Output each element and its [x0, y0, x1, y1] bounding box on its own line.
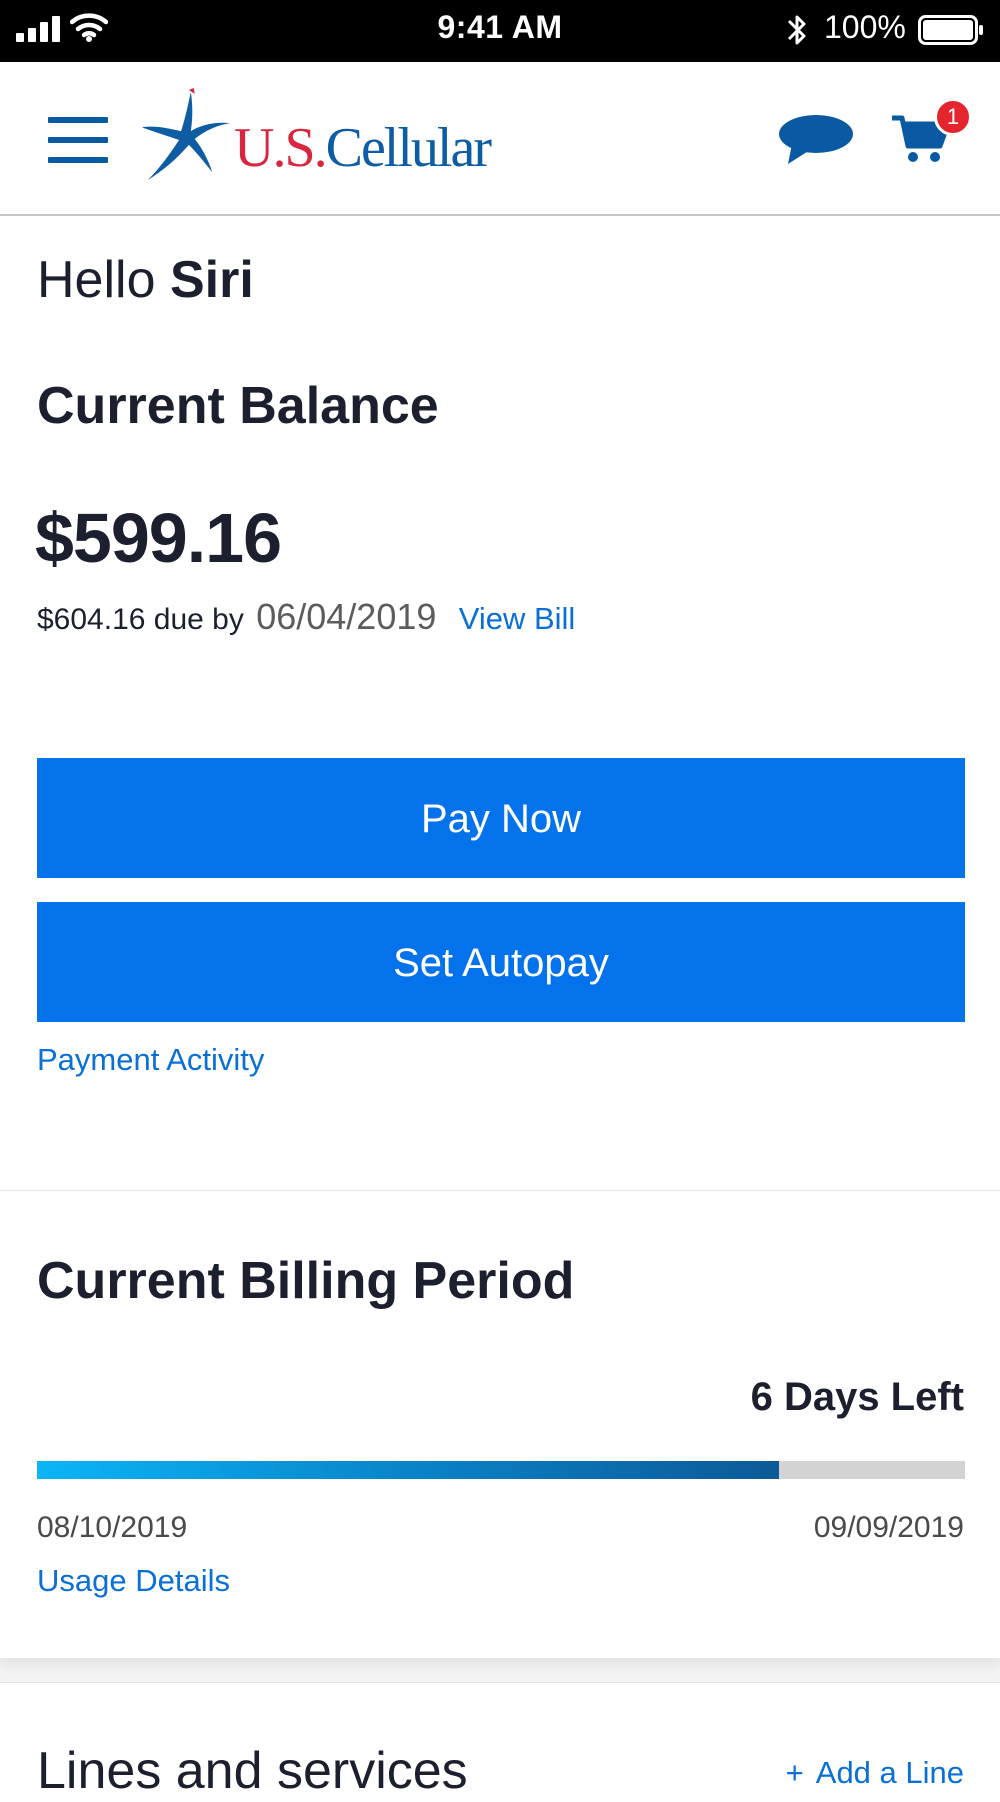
- pay-now-button[interactable]: Pay Now: [37, 758, 965, 878]
- period-end-date: 09/09/2019: [813, 1511, 964, 1544]
- billing-progress-fill: [37, 1461, 780, 1479]
- greeting: Hello Siri: [37, 250, 254, 310]
- billing-progress-bar: [37, 1461, 965, 1479]
- bluetooth-icon: [787, 15, 806, 45]
- battery-icon: [918, 15, 983, 45]
- greeting-prefix: Hello: [37, 251, 156, 309]
- balance-amount: $599.16: [35, 499, 282, 577]
- view-bill-link[interactable]: View Bill: [459, 601, 576, 636]
- due-amount-text: $604.16 due by: [37, 603, 244, 636]
- balance-card: Hello Siri Current Balance $599.16 $604.…: [0, 216, 1000, 1190]
- due-date: 06/04/2019: [256, 596, 437, 637]
- us-cellular-logo[interactable]: U.S.Cellular: [134, 86, 534, 186]
- battery-percentage: 100%: [824, 9, 906, 45]
- status-bar: 9:41 AM 100%: [0, 0, 1000, 62]
- period-start-date: 08/10/2019: [37, 1511, 188, 1544]
- billing-period-title: Current Billing Period: [37, 1252, 575, 1310]
- billing-period-card: Current Billing Period 6 Days Left 08/10…: [0, 1190, 1000, 1658]
- menu-icon[interactable]: [48, 117, 108, 163]
- due-line: $604.16 due by 06/04/2019 View Bill: [37, 596, 575, 638]
- lines-services-title: Lines and services: [37, 1742, 468, 1800]
- current-balance-title: Current Balance: [37, 377, 439, 435]
- greeting-name: Siri: [169, 251, 254, 309]
- payment-activity-link[interactable]: Payment Activity: [37, 1042, 264, 1078]
- add-line-link[interactable]: + Add a Line: [786, 1755, 964, 1791]
- add-line-label: Add a Line: [815, 1755, 964, 1790]
- lines-services-card: Lines and services + Add a Line: [0, 1682, 1000, 1802]
- usage-details-link[interactable]: Usage Details: [37, 1563, 230, 1599]
- app-header: U.S.Cellular 1: [0, 62, 1000, 216]
- logo-wordmark: U.S.Cellular: [234, 116, 492, 180]
- star-logo-icon: [141, 88, 231, 181]
- days-left: 6 Days Left: [750, 1375, 964, 1419]
- logo-cellular: Cellular: [325, 117, 492, 179]
- logo-us: U.S.: [234, 117, 328, 179]
- set-autopay-button[interactable]: Set Autopay: [37, 902, 965, 1022]
- chat-icon[interactable]: [778, 114, 854, 166]
- plus-icon: +: [785, 1755, 804, 1790]
- cart-count-badge: 1: [934, 98, 972, 136]
